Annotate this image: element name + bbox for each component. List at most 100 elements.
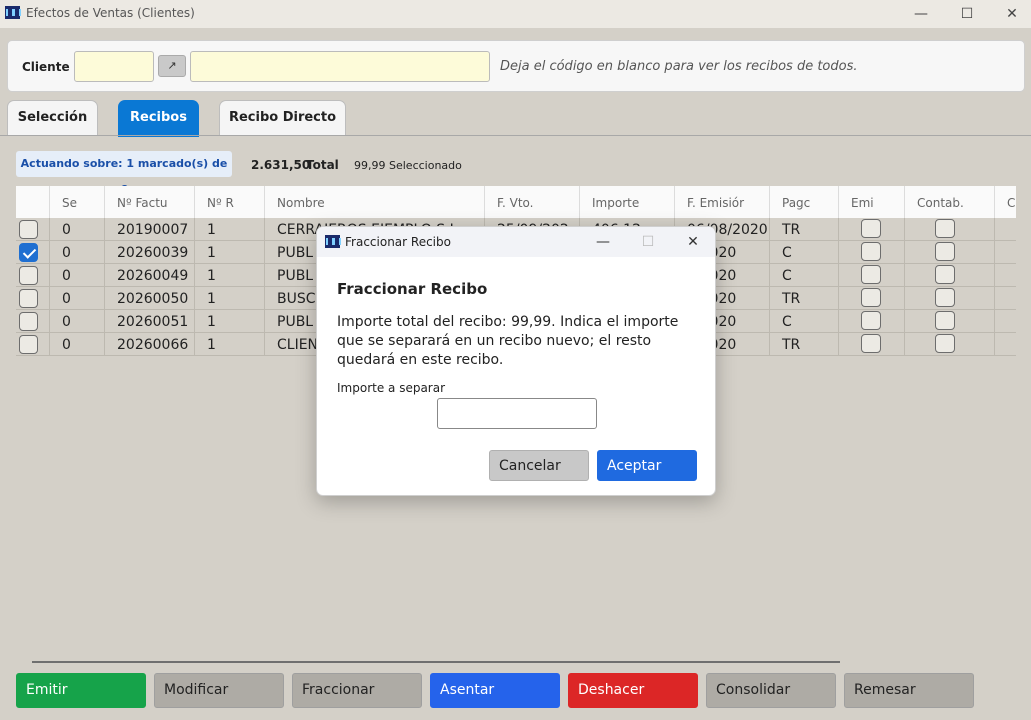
row-select-checkbox[interactable] xyxy=(19,220,38,239)
emitido-checkbox[interactable] xyxy=(861,334,881,353)
emitido-checkbox[interactable] xyxy=(861,242,881,261)
header-factura[interactable]: Nº Factu xyxy=(105,186,195,218)
contab-checkbox[interactable] xyxy=(935,219,955,238)
cell-factura: 20260051 xyxy=(105,310,195,333)
header-importe[interactable]: Importe xyxy=(580,186,675,218)
row-checkbox-cell xyxy=(16,333,50,356)
emitido-checkbox[interactable] xyxy=(861,288,881,307)
row-select-checkbox[interactable] xyxy=(19,312,38,331)
cell-contab xyxy=(905,241,995,264)
modificar-button[interactable]: Modificar xyxy=(154,673,284,708)
selected-label: Seleccionado xyxy=(389,159,462,172)
amount-input[interactable] xyxy=(437,398,597,429)
contab-checkbox[interactable] xyxy=(935,334,955,353)
dialog-message: Importe total del recibo: 99,99. Indica … xyxy=(337,314,679,368)
cell-se: 0 xyxy=(50,333,105,356)
cell-emitido xyxy=(839,287,905,310)
row-checkbox-cell xyxy=(16,241,50,264)
remesar-button[interactable]: Remesar xyxy=(844,673,974,708)
cell-se: 0 xyxy=(50,241,105,264)
asentar-button[interactable]: Asentar xyxy=(430,673,560,708)
cell-contab xyxy=(905,333,995,356)
header-checkbox-col xyxy=(16,186,50,218)
cancel-button[interactable]: Cancelar xyxy=(489,450,589,481)
row-checkbox-cell xyxy=(16,218,50,241)
emitido-checkbox[interactable] xyxy=(861,219,881,238)
header-contab[interactable]: Contab. xyxy=(905,186,995,218)
cell-pago: C xyxy=(770,264,839,287)
minimize-icon[interactable]: — xyxy=(906,4,936,24)
cell-extra xyxy=(995,241,1016,264)
header-fvto[interactable]: F. Vto. xyxy=(485,186,580,218)
cell-nr: 1 xyxy=(195,287,265,310)
row-checkbox-cell xyxy=(16,287,50,310)
accept-button[interactable]: Aceptar xyxy=(597,450,697,481)
cell-emitido xyxy=(839,241,905,264)
cell-extra xyxy=(995,218,1016,241)
table-header: Se Nº Factu Nº R Nombre F. Vto. Importe … xyxy=(16,186,1016,218)
cell-pago: TR xyxy=(770,287,839,310)
cell-factura: 20260049 xyxy=(105,264,195,287)
consolidar-button[interactable]: Consolidar xyxy=(706,673,836,708)
tab-recibos[interactable]: Recibos xyxy=(118,100,199,137)
cell-pago: TR xyxy=(770,218,839,241)
contab-checkbox[interactable] xyxy=(935,288,955,307)
cell-nr: 1 xyxy=(195,241,265,264)
close-icon[interactable]: ✕ xyxy=(997,4,1027,24)
cell-se: 0 xyxy=(50,287,105,310)
emitir-button[interactable]: Emitir xyxy=(16,673,146,708)
cell-extra xyxy=(995,287,1016,310)
cell-factura: 20260050 xyxy=(105,287,195,310)
header-se[interactable]: Se xyxy=(50,186,105,218)
window-title: Efectos de Ventas (Clientes) xyxy=(26,6,195,20)
dialog-maximize-icon: ☐ xyxy=(641,234,655,250)
cell-pago: C xyxy=(770,241,839,264)
contab-checkbox[interactable] xyxy=(935,265,955,284)
cell-nr: 1 xyxy=(195,310,265,333)
client-panel: Cliente ↗ Deja el código en blanco para … xyxy=(7,40,1025,92)
dialog-title: Fraccionar Recibo xyxy=(345,235,451,249)
row-checkbox-cell xyxy=(16,264,50,287)
header-femision[interactable]: F. Emisiór xyxy=(675,186,770,218)
maximize-icon[interactable]: ☐ xyxy=(952,4,982,24)
client-name-input[interactable] xyxy=(190,51,490,82)
cell-contab xyxy=(905,218,995,241)
row-select-checkbox[interactable] xyxy=(19,335,38,354)
cell-factura: 20260066 xyxy=(105,333,195,356)
cell-pago: C xyxy=(770,310,839,333)
row-checkbox-cell xyxy=(16,310,50,333)
client-code-input[interactable] xyxy=(74,51,154,82)
cell-emitido xyxy=(839,218,905,241)
cell-se: 0 xyxy=(50,218,105,241)
header-pago[interactable]: Pagc xyxy=(770,186,839,218)
contab-checkbox[interactable] xyxy=(935,311,955,330)
cell-se: 0 xyxy=(50,310,105,333)
header-extra[interactable]: C xyxy=(995,186,1016,218)
cell-nr: 1 xyxy=(195,264,265,287)
deshacer-button[interactable]: Deshacer xyxy=(568,673,698,708)
header-nombre[interactable]: Nombre xyxy=(265,186,485,218)
cell-extra xyxy=(995,310,1016,333)
cell-factura: 20260039 xyxy=(105,241,195,264)
contab-checkbox[interactable] xyxy=(935,242,955,261)
total-value: 2.631,50 xyxy=(251,158,311,172)
cell-nr: 1 xyxy=(195,218,265,241)
emitido-checkbox[interactable] xyxy=(861,265,881,284)
client-lookup-button[interactable]: ↗ xyxy=(158,55,186,77)
row-select-checkbox[interactable] xyxy=(19,266,38,285)
tab-seleccion[interactable]: Selección xyxy=(7,100,98,136)
dialog-close-icon[interactable]: ✕ xyxy=(679,232,707,252)
emitido-checkbox[interactable] xyxy=(861,311,881,330)
acting-on-badge: Actuando sobre: 1 marcado(s) de 6 xyxy=(16,151,232,196)
row-select-checkbox[interactable] xyxy=(19,243,38,262)
header-emitido[interactable]: Emi xyxy=(839,186,905,218)
dialog-minimize-icon[interactable]: — xyxy=(589,232,617,252)
fraccionar-button[interactable]: Fraccionar xyxy=(292,673,422,708)
header-nr[interactable]: Nº R xyxy=(195,186,265,218)
cell-pago: TR xyxy=(770,333,839,356)
amount-field-label: Importe a separar xyxy=(337,381,446,395)
tab-recibo-directo[interactable]: Recibo Directo xyxy=(219,100,346,136)
row-select-checkbox[interactable] xyxy=(19,289,38,308)
dialog-logo-icon xyxy=(325,235,341,248)
cell-emitido xyxy=(839,264,905,287)
